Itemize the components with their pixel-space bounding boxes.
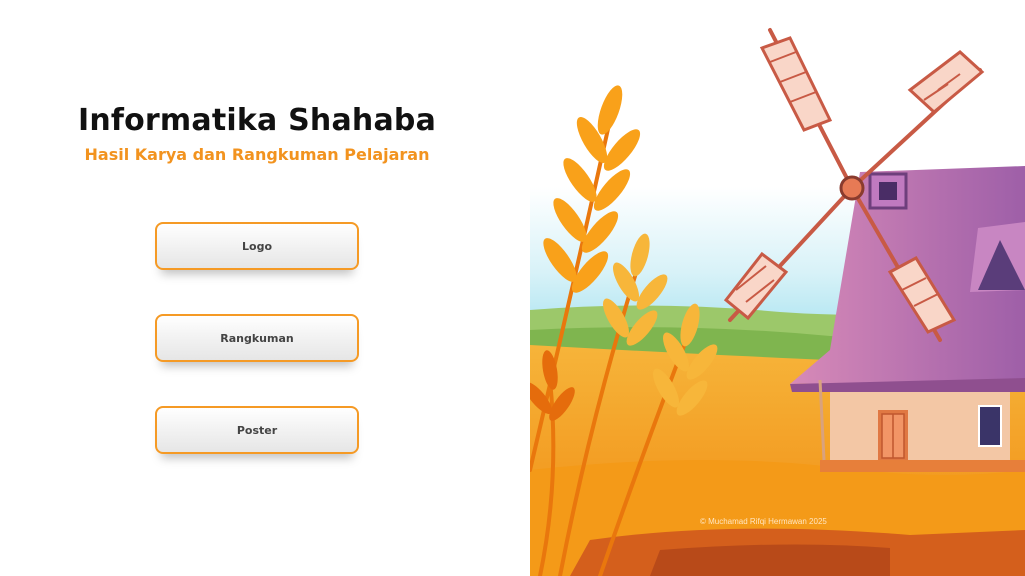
windmill-illustration	[530, 0, 1025, 576]
page-subtitle: Hasil Karya dan Rangkuman Pelajaran	[84, 145, 430, 164]
page-title: Informatika Shahaba	[77, 103, 437, 138]
poster-button[interactable]: Poster	[155, 406, 359, 454]
logo-button[interactable]: Logo	[155, 222, 359, 270]
rangkuman-button[interactable]: Rangkuman	[155, 314, 359, 362]
copyright-credit: © Muchamad Rifqi Hermawan 2025	[700, 517, 827, 526]
